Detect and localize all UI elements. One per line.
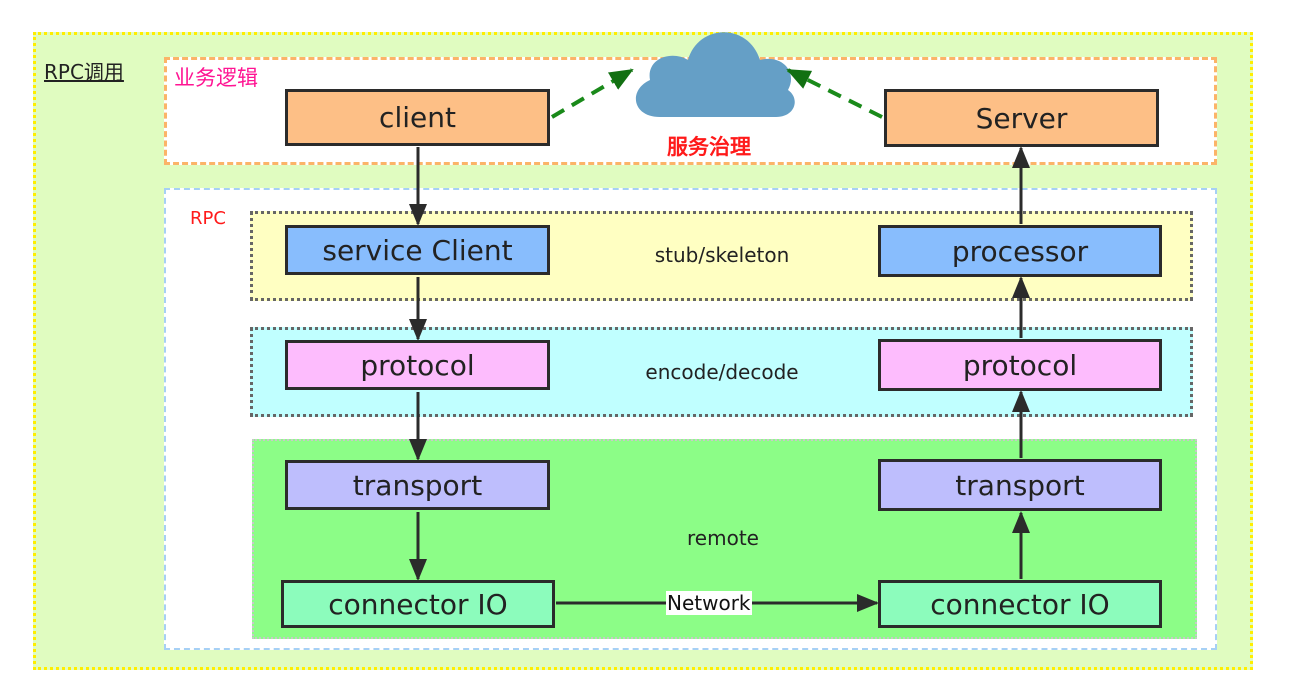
- client-to-cloud-arrow: [550, 68, 634, 119]
- network-label: Network: [666, 591, 752, 615]
- server-to-cloud-arrow: [786, 68, 883, 119]
- service-governance-label: 服务治理: [667, 135, 751, 159]
- cloud-icon: [635, 32, 795, 117]
- connectors-overlay: 服务治理: [409, 32, 1030, 612]
